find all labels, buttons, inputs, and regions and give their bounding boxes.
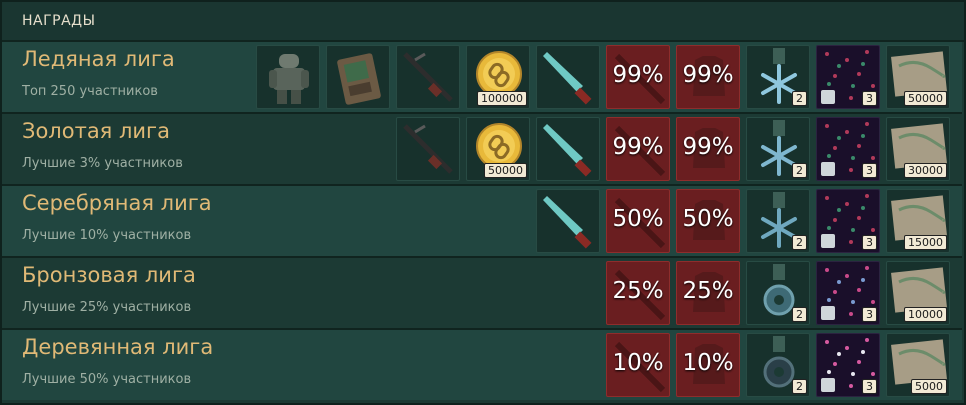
- pattern-count-badge: 3: [862, 379, 877, 394]
- armor-discount-reward[interactable]: 99%: [676, 117, 740, 181]
- league-name: Серебряная лига: [22, 191, 212, 215]
- pattern-reward[interactable]: 3: [816, 333, 880, 397]
- medal-count-badge: 2: [792, 307, 807, 322]
- medal-reward[interactable]: 2: [746, 189, 810, 253]
- rewards-header: НАГРАДЫ: [2, 2, 964, 42]
- knife-reward[interactable]: [536, 45, 600, 109]
- weapon-discount-reward[interactable]: 99%: [606, 45, 670, 109]
- weapon-discount-percent: 99%: [612, 134, 664, 160]
- league-name: Ледяная лига: [22, 47, 175, 71]
- armor-suit-reward[interactable]: [256, 45, 320, 109]
- pattern-count-badge: 3: [862, 307, 877, 322]
- map-reward[interactable]: 10000: [886, 261, 950, 325]
- armor-discount-percent: 50%: [682, 206, 734, 232]
- league-name: Деревянная лига: [22, 335, 214, 359]
- rifle-icon: [403, 52, 453, 102]
- device-reward[interactable]: [326, 45, 390, 109]
- device-icon: [337, 53, 381, 105]
- knife-icon: [543, 52, 592, 105]
- armor-discount-percent: 99%: [682, 134, 734, 160]
- currency-amount-badge: 100000: [477, 91, 527, 106]
- weapon-discount-percent: 10%: [612, 350, 664, 376]
- map-reward[interactable]: 15000: [886, 189, 950, 253]
- pattern-count-badge: 3: [862, 235, 877, 250]
- armor-discount-percent: 99%: [682, 62, 734, 88]
- league-name: Бронзовая лига: [22, 263, 196, 287]
- map-reward[interactable]: 5000: [886, 333, 950, 397]
- weapon-discount-percent: 99%: [612, 62, 664, 88]
- pattern-reward[interactable]: 3: [816, 117, 880, 181]
- weapon-discount-percent: 25%: [612, 278, 664, 304]
- weapon-discount-reward[interactable]: 25%: [606, 261, 670, 325]
- rifle-reward[interactable]: [396, 117, 460, 181]
- rifle-reward[interactable]: [396, 45, 460, 109]
- knife-icon: [543, 196, 592, 249]
- map-amount-badge: 10000: [904, 307, 947, 322]
- league-desc: Лучшие 3% участников: [22, 156, 183, 171]
- armor-discount-reward[interactable]: 99%: [676, 45, 740, 109]
- league-desc: Лучшие 10% участников: [22, 228, 192, 243]
- map-amount-badge: 5000: [911, 379, 947, 394]
- league-desc: Топ 250 участников: [22, 84, 158, 99]
- currency-reward[interactable]: 50000: [466, 117, 530, 181]
- medal-count-badge: 2: [792, 379, 807, 394]
- weapon-discount-reward[interactable]: 99%: [606, 117, 670, 181]
- medal-count-badge: 2: [792, 235, 807, 250]
- knife-reward[interactable]: [536, 117, 600, 181]
- league-row-wooden: Деревянная лига Лучшие 50% участников 10…: [2, 330, 962, 400]
- armor-discount-reward[interactable]: 25%: [676, 261, 740, 325]
- currency-reward[interactable]: 100000: [466, 45, 530, 109]
- knife-icon: [543, 124, 592, 177]
- map-reward[interactable]: 50000: [886, 45, 950, 109]
- weapon-discount-reward[interactable]: 50%: [606, 189, 670, 253]
- pattern-count-badge: 3: [862, 163, 877, 178]
- medal-reward[interactable]: 2: [746, 45, 810, 109]
- medal-reward[interactable]: 2: [746, 117, 810, 181]
- league-row-bronze: Бронзовая лига Лучшие 25% участников 25%…: [2, 258, 962, 328]
- pattern-reward[interactable]: 3: [816, 45, 880, 109]
- medal-count-badge: 2: [792, 163, 807, 178]
- armor-discount-percent: 25%: [682, 278, 734, 304]
- medal-reward[interactable]: 2: [746, 261, 810, 325]
- armor-discount-reward[interactable]: 50%: [676, 189, 740, 253]
- league-row-silver: Серебряная лига Лучшие 10% участников 50…: [2, 186, 962, 256]
- map-amount-badge: 15000: [904, 235, 947, 250]
- currency-amount-badge: 50000: [484, 163, 527, 178]
- map-amount-badge: 30000: [904, 163, 947, 178]
- map-reward[interactable]: 30000: [886, 117, 950, 181]
- medal-reward[interactable]: 2: [746, 333, 810, 397]
- armor-suit-icon: [269, 54, 309, 104]
- pattern-reward[interactable]: 3: [816, 261, 880, 325]
- weapon-discount-percent: 50%: [612, 206, 664, 232]
- league-row-gold: Золотая лига Лучшие 3% участников 50000 …: [2, 114, 962, 184]
- armor-discount-reward[interactable]: 10%: [676, 333, 740, 397]
- league-desc: Лучшие 25% участников: [22, 300, 192, 315]
- league-row-ice: Ледяная лига Топ 250 участников 100000 9…: [2, 42, 962, 112]
- map-amount-badge: 50000: [904, 91, 947, 106]
- medal-count-badge: 2: [792, 91, 807, 106]
- rifle-icon: [403, 124, 453, 174]
- knife-reward[interactable]: [536, 189, 600, 253]
- pattern-reward[interactable]: 3: [816, 189, 880, 253]
- league-desc: Лучшие 50% участников: [22, 372, 192, 387]
- armor-discount-percent: 10%: [682, 350, 734, 376]
- league-name: Золотая лига: [22, 119, 170, 143]
- weapon-discount-reward[interactable]: 10%: [606, 333, 670, 397]
- pattern-count-badge: 3: [862, 91, 877, 106]
